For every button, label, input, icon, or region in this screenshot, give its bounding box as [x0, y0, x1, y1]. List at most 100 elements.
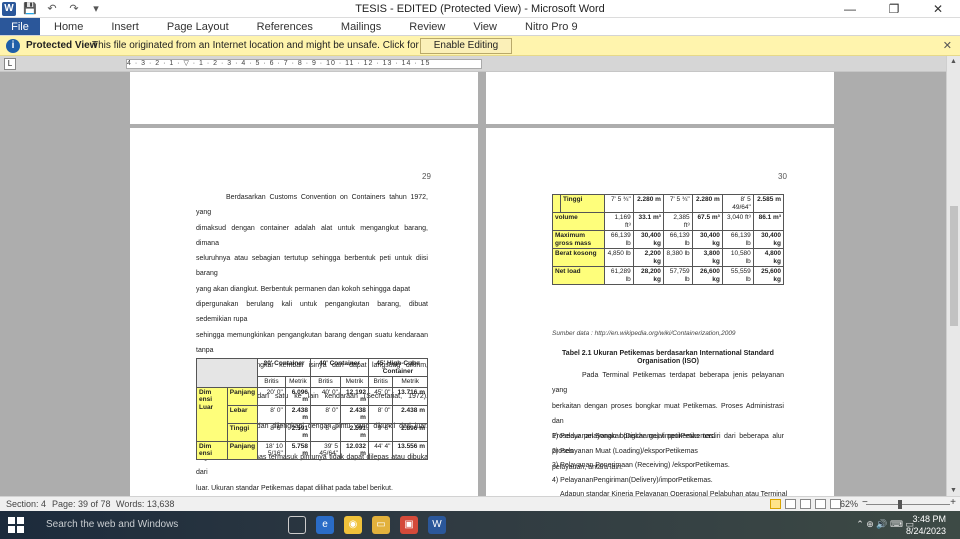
zoom-in-icon[interactable]: +	[950, 497, 956, 508]
status-page[interactable]: Page: 39 of 78	[52, 499, 111, 509]
table-cell: 2.438 m	[392, 404, 428, 424]
taskbar-apps: e ◉ ▭ ▣ W	[288, 516, 446, 534]
table-cell: 2,200 kg	[632, 248, 664, 267]
tab-review[interactable]: Review	[395, 18, 459, 35]
taskbar-search[interactable]: Search the web and Windows	[40, 515, 280, 535]
table-cell: 57,759 lb	[662, 266, 693, 285]
table-cell: 2.591 m	[339, 422, 369, 442]
table-row: Dim ensi Panjang 18' 10 5/16" 5.758 m 39…	[196, 440, 428, 460]
text-line: luar. Ukuran standar Petikemas dapat dil…	[196, 484, 393, 492]
task-view-icon[interactable]	[288, 516, 306, 534]
tab-view[interactable]: View	[459, 18, 511, 35]
container-size-table-continued: Tinggi 7' 5 ¾" 2.280 m 7' 5 ¾" 2.280 m 8…	[552, 194, 785, 285]
scroll-up-icon[interactable]: ▲	[950, 58, 957, 65]
word-taskbar-icon[interactable]: W	[428, 516, 446, 534]
enable-editing-button[interactable]: Enable Editing	[420, 38, 512, 54]
table-header: 20' Container	[257, 358, 312, 377]
protected-view-bar: i Protected View This file originated fr…	[0, 36, 960, 56]
minimize-button[interactable]: —	[828, 0, 872, 18]
table-cell: 8' 5 49/64"	[721, 194, 754, 213]
tab-file[interactable]: File	[0, 18, 40, 35]
text-line: yang akan diangkut. Berbentuk permanen d…	[196, 285, 411, 293]
document-area[interactable]: 29 Berdasarkan Customs Convention on Con…	[0, 72, 946, 496]
file-explorer-icon[interactable]: ▭	[372, 516, 390, 534]
close-icon[interactable]: ✕	[943, 39, 952, 52]
view-buttons	[770, 499, 841, 509]
table-row: Berat kosong 4,850 lb 2,200 kg 8,380 lb …	[552, 248, 785, 267]
zoom-out-icon[interactable]: −	[862, 497, 868, 508]
page-28-bottom	[130, 72, 478, 124]
table-cell: 4,800 kg	[752, 248, 785, 267]
zoom-level[interactable]: 62%	[840, 499, 858, 509]
edge-icon[interactable]: e	[316, 516, 334, 534]
page-number: 30	[778, 172, 787, 181]
table-subheader: Britis	[310, 376, 341, 388]
vertical-scrollbar[interactable]: ▲ ▼	[946, 56, 960, 496]
table-source: Sumber data : http://en.wikipedia.org/wi…	[552, 330, 736, 337]
status-section[interactable]: Section: 4	[6, 499, 46, 509]
table-cell: 3,800 kg	[691, 248, 723, 267]
table-cell: Net load	[552, 266, 605, 285]
container-size-table: 20' Container 40' Container 45' High-Cub…	[195, 358, 429, 460]
page-number: 29	[422, 172, 431, 181]
chrome-icon[interactable]: ◉	[344, 516, 362, 534]
table-cell: 12.032 m	[339, 440, 369, 460]
table-cell: 2.896 m	[392, 422, 428, 442]
outline-view-icon[interactable]	[815, 499, 826, 509]
web-layout-view-icon[interactable]	[800, 499, 811, 509]
table-cell: 13.716 m	[392, 386, 428, 406]
print-layout-view-icon[interactable]	[770, 499, 781, 509]
table-cell: 7' 5 ¾"	[604, 194, 634, 213]
zoom-slider-handle[interactable]	[898, 500, 902, 509]
table-cell: 13.556 m	[392, 440, 428, 460]
clock-date: 8/24/2023	[905, 526, 946, 536]
scroll-thumb[interactable]	[950, 206, 958, 326]
windows-start-icon[interactable]	[8, 517, 24, 533]
table-cell: 28,200 kg	[632, 266, 664, 285]
table-corner	[195, 358, 259, 388]
table-cell: 5.758 m	[284, 440, 312, 460]
table-row: volume 1,169 ft³ 33.1 m³ 2,385 ft³ 67.5 …	[552, 212, 785, 231]
table-row: Tinggi 7' 5 ¾" 2.280 m 7' 5 ¾" 2.280 m 8…	[552, 194, 785, 213]
full-screen-reading-view-icon[interactable]	[785, 499, 796, 509]
tab-insert[interactable]: Insert	[97, 18, 153, 35]
scroll-down-icon[interactable]: ▼	[950, 487, 957, 494]
text-line: Berdasarkan Customs Convention on Contai…	[196, 194, 428, 217]
tab-page-layout[interactable]: Page Layout	[153, 18, 243, 35]
text-line: Pada Terminal Petikemas terdapat beberap…	[552, 372, 784, 395]
table-cell: Tinggi	[560, 194, 605, 213]
table-cell: Tinggi	[226, 422, 259, 442]
tab-home[interactable]: Home	[40, 18, 97, 35]
table-cell: Berat kosong	[552, 248, 605, 267]
tab-selector-button[interactable]: L	[4, 58, 16, 70]
status-words[interactable]: Words: 13,638	[116, 499, 174, 509]
window-controls: — ❐ ✕	[828, 0, 960, 18]
app-icon[interactable]: ▣	[400, 516, 418, 534]
table-cell: 40' 0"	[310, 386, 341, 406]
text-line: sehingga memungkinkan pengangkutan baran…	[196, 331, 428, 354]
zoom-slider[interactable]: − +	[862, 497, 956, 509]
table-cell: 66,139 lb	[604, 230, 634, 249]
table-cell: 25,600 kg	[752, 266, 785, 285]
table-cell: Dim ensi Luar	[196, 386, 228, 442]
tab-nitro-pro[interactable]: Nitro Pro 9	[511, 18, 592, 35]
table-subheader: Metrik	[284, 376, 312, 388]
table-cell: 67.5 m³	[691, 212, 723, 231]
restore-button[interactable]: ❐	[872, 0, 916, 18]
table-cell: Dim ensi	[196, 440, 228, 460]
table-row: Lebar 8' 0" 2.438 m 8' 0" 2.438 m 8' 0" …	[197, 404, 428, 424]
page-29-bottom	[486, 72, 834, 124]
horizontal-ruler[interactable]: 4 · 3 · 2 · 1 · ▽ · 1 · 2 · 3 · 4 · 5 · …	[126, 59, 482, 69]
tab-mailings[interactable]: Mailings	[327, 18, 395, 35]
tab-references[interactable]: References	[243, 18, 327, 35]
taskbar-clock[interactable]: 3:48 PM 8/24/2023	[906, 513, 946, 537]
table-cell: 10,580 lb	[721, 248, 754, 267]
table-cell: Maximum gross mass	[552, 230, 605, 249]
table-subheader: Britis	[367, 376, 394, 388]
ribbon-tabs: File Home Insert Page Layout References …	[0, 18, 960, 36]
table-cell: 2,385 ft³	[662, 212, 693, 231]
protected-view-title: Protected View	[26, 40, 98, 51]
table-cell: 6.096 m	[284, 386, 312, 406]
close-button[interactable]: ✕	[916, 0, 960, 18]
title-bar: W 💾 ↶ ↷ ▾ TESIS - EDITED (Protected View…	[0, 0, 960, 18]
